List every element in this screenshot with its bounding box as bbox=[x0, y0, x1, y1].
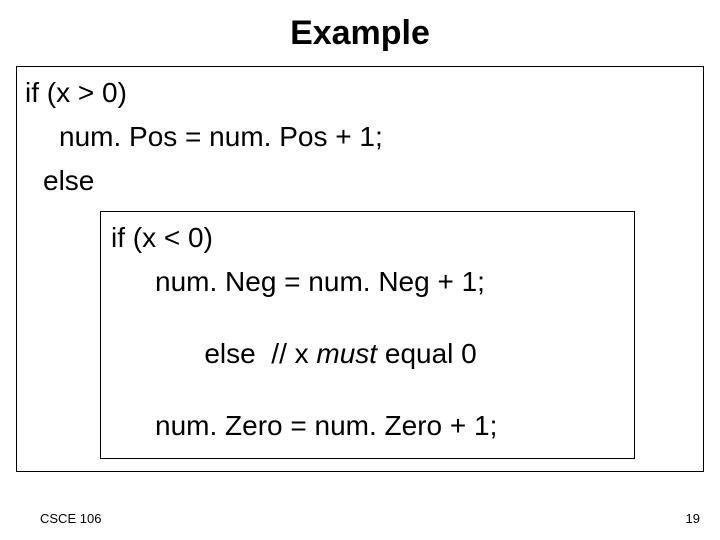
outer-code-box: if (x > 0) num. Pos = num. Pos + 1; else… bbox=[16, 66, 704, 472]
inner-code-box: if (x < 0) num. Neg = num. Neg + 1; else… bbox=[100, 211, 635, 459]
footer-course: CSCE 106 bbox=[40, 511, 101, 526]
slide-title: Example bbox=[0, 0, 720, 53]
footer-page-number: 19 bbox=[686, 511, 700, 526]
code-italic: must bbox=[316, 338, 377, 369]
slide: Example if (x > 0) num. Pos = num. Pos +… bbox=[0, 0, 720, 540]
code-line: if (x < 0) bbox=[111, 224, 624, 252]
code-line: else // x must equal 0 bbox=[111, 312, 624, 396]
code-line: num. Zero = num. Zero + 1; bbox=[111, 412, 624, 440]
code-line: num. Neg = num. Neg + 1; bbox=[111, 268, 624, 296]
code-line: if (x > 0) bbox=[25, 79, 695, 107]
code-text: equal 0 bbox=[377, 338, 477, 369]
code-line: num. Pos = num. Pos + 1; bbox=[25, 123, 695, 151]
code-line: else bbox=[25, 167, 695, 195]
inner-wrap: if (x < 0) num. Neg = num. Neg + 1; else… bbox=[25, 211, 695, 459]
code-block: if (x > 0) num. Pos = num. Pos + 1; else… bbox=[17, 67, 703, 459]
code-text: else // x bbox=[204, 338, 316, 369]
